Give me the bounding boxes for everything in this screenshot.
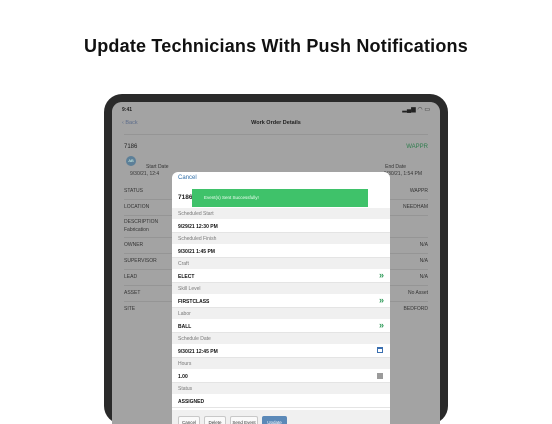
nav-title: Work Order Details — [251, 120, 301, 126]
field-status: Status ASSIGNED — [172, 383, 390, 408]
keypad-icon[interactable] — [377, 373, 383, 379]
bg-row-label: SUPERVISOR — [124, 258, 157, 264]
field-label: Scheduled Finish — [172, 233, 390, 244]
field-label: Status — [172, 383, 390, 394]
bg-start-value: 9/30/21, 12:4 — [130, 171, 160, 177]
bg-wo-code: WAPPR — [406, 144, 428, 150]
bg-row-label: LEAD — [124, 274, 138, 280]
status-indicators-icon: ▂▄▆ ◠ ▭ — [402, 107, 430, 113]
field-scheduled-finish: Scheduled Finish 9/30/21 1:45 PM — [172, 233, 390, 258]
field-label: Skill Level — [172, 283, 390, 294]
field-value[interactable]: 9/30/21 1:45 PM — [172, 244, 390, 258]
tablet-screen: 9:41 ▂▄▆ ◠ ▭ ‹ Back Work Order Details 7… — [112, 102, 440, 424]
field-value: 1.00 — [178, 374, 188, 380]
tablet-frame: 9:41 ▂▄▆ ◠ ▭ ‹ Back Work Order Details 7… — [104, 94, 448, 424]
field-value: BALL — [178, 324, 192, 330]
bg-row-value: N/A — [419, 258, 428, 264]
bg-start-label: Start Date — [146, 164, 169, 170]
field-value: FIRSTCLASS — [178, 299, 210, 305]
divider — [124, 134, 428, 135]
field-skill-level: Skill Level FIRSTCLASS » — [172, 283, 390, 308]
bg-row-value: No Asset — [407, 290, 428, 296]
schedule-date-input[interactable]: 9/30/21 12:45 PM — [172, 344, 390, 358]
bg-row-value: NEEDHAM — [402, 204, 428, 210]
bg-row-value: N/A — [419, 242, 428, 248]
success-toast: Event(s) Sent Successfully! — [192, 189, 368, 207]
bg-row-value: N/A — [419, 274, 428, 280]
bg-row-label: OWNER — [124, 242, 144, 248]
chevron-right-icon[interactable]: » — [379, 321, 384, 330]
modal-wo-number: 7186 — [178, 194, 193, 201]
avatar[interactable]: AB — [126, 156, 136, 166]
field-schedule-date: Schedule Date 9/30/21 12:45 PM — [172, 333, 390, 358]
delete-button[interactable]: Delete — [204, 416, 226, 424]
bg-row-label: STATUS — [124, 188, 143, 194]
field-value: 9/30/21 12:45 PM — [178, 349, 218, 355]
bg-row-label: ASSET — [124, 290, 141, 296]
bg-row-label: SITE — [124, 306, 136, 312]
field-hours: Hours 1.00 — [172, 358, 390, 383]
field-craft: Craft ELECT » — [172, 258, 390, 283]
bg-row-label: DESCRIPTION — [124, 219, 159, 225]
bg-row-value: BEDFORD — [403, 306, 428, 312]
bg-row-value: WAPPR — [409, 188, 428, 194]
modal-cancel-link[interactable]: Cancel — [178, 175, 197, 181]
field-value: ELECT — [178, 274, 195, 280]
nav-bar: ‹ Back Work Order Details — [112, 114, 440, 132]
field-label: Labor — [172, 308, 390, 319]
hours-input[interactable]: 1.00 — [172, 369, 390, 383]
field-label: Scheduled Start — [172, 208, 390, 219]
craft-select[interactable]: ELECT » — [172, 269, 390, 283]
field-value[interactable]: 9/29/21 12:30 PM — [172, 219, 390, 233]
bg-wo-number: 7186 — [124, 144, 138, 150]
labor-select[interactable]: BALL » — [172, 319, 390, 333]
skill-level-select[interactable]: FIRSTCLASS » — [172, 294, 390, 308]
headline: Update Technicians With Push Notificatio… — [84, 36, 468, 56]
update-button[interactable]: Update — [262, 416, 287, 424]
chevron-right-icon[interactable]: » — [379, 296, 384, 305]
chevron-right-icon[interactable]: » — [379, 271, 384, 280]
field-label: Schedule Date — [172, 333, 390, 344]
field-scheduled-start: Scheduled Start 9/29/21 12:30 PM — [172, 208, 390, 233]
field-value[interactable]: ASSIGNED — [172, 394, 390, 408]
schedule-modal: Cancel 7186 Event(s) Sent Successfully! … — [172, 172, 390, 424]
bg-row-label: Fabrication — [124, 227, 149, 233]
field-label: Hours — [172, 358, 390, 369]
bg-row-label: LOCATION — [124, 204, 150, 210]
button-bar: Cancel Delete Send Event Update — [172, 410, 390, 424]
cancel-button[interactable]: Cancel — [178, 416, 200, 424]
field-label: Craft — [172, 258, 390, 269]
status-time: 9:41 — [122, 107, 133, 113]
field-labor: Labor BALL » — [172, 308, 390, 333]
bg-end-label: End Date — [385, 164, 406, 170]
calendar-icon[interactable] — [377, 347, 383, 353]
send-event-button[interactable]: Send Event — [230, 416, 258, 424]
